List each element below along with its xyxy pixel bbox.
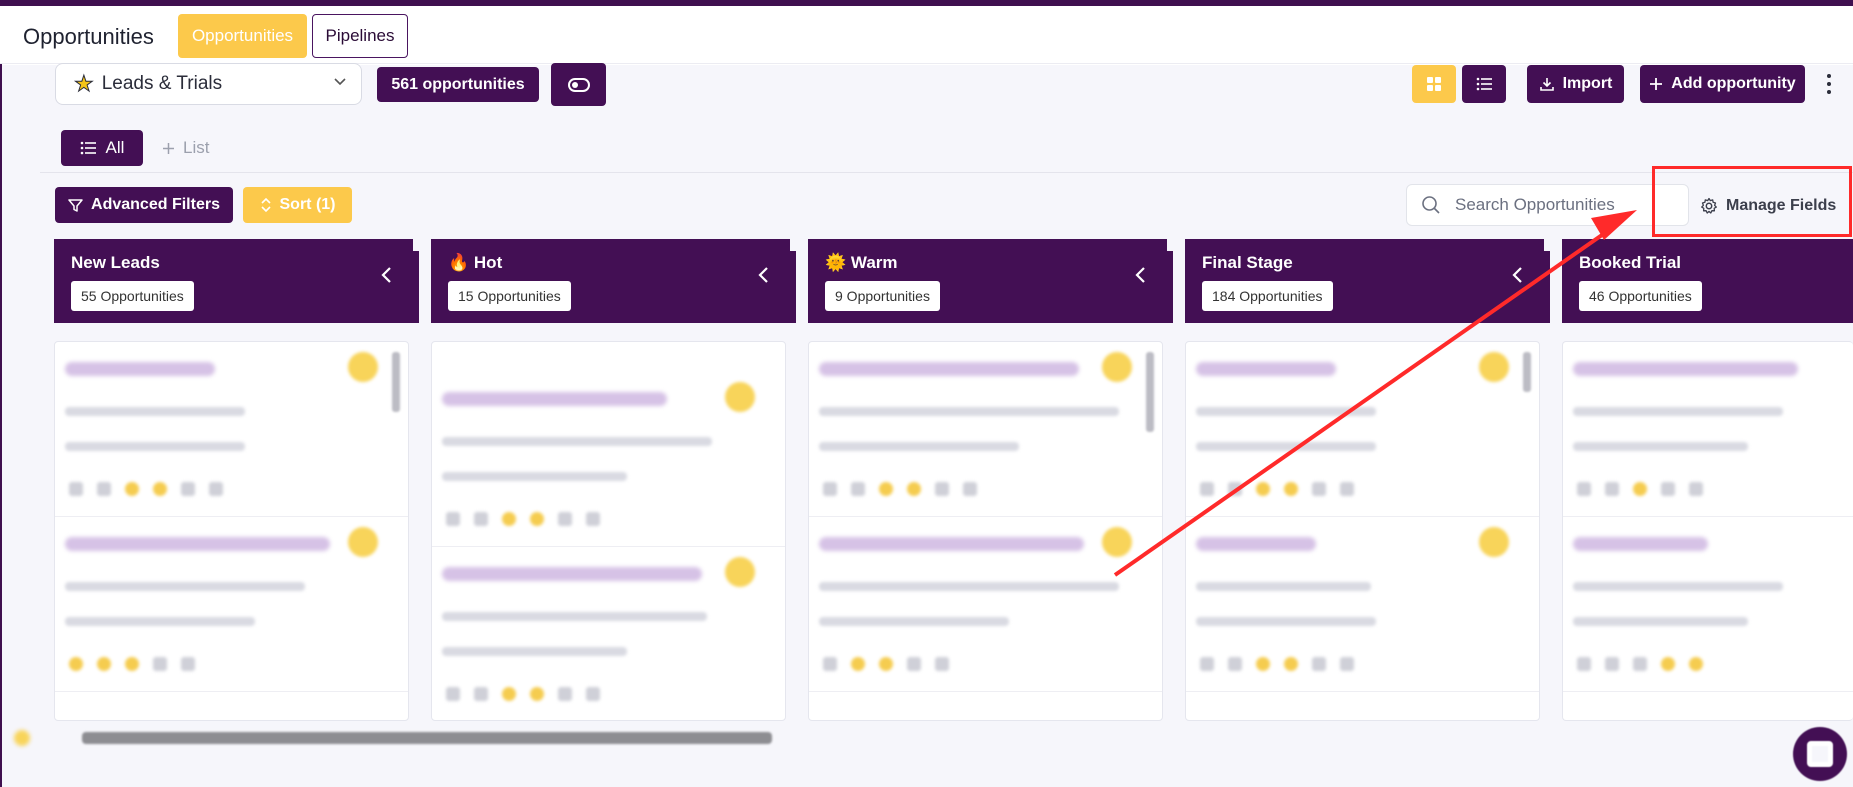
annotation-arrow [1113, 210, 1637, 577]
